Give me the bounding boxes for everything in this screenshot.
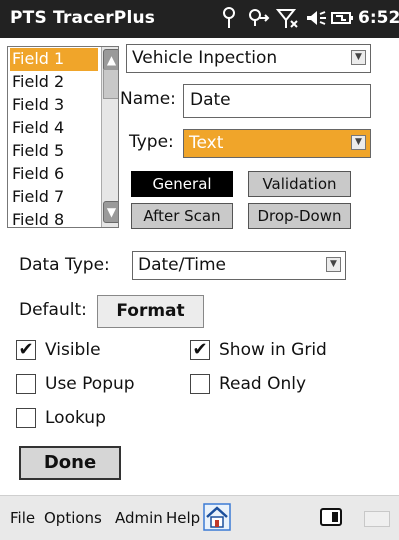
- no-signal-icon[interactable]: [275, 6, 300, 35]
- data-type-label: Data Type:: [19, 255, 110, 275]
- field-list-scrollbar[interactable]: ▲ ▼: [101, 47, 118, 227]
- read-only-checkbox[interactable]: [190, 374, 210, 394]
- clock[interactable]: 6:52: [358, 8, 399, 28]
- sync-icon[interactable]: [246, 6, 270, 35]
- form-select[interactable]: Vehicle Inpection ▼: [126, 44, 371, 73]
- menu-help[interactable]: Help: [166, 509, 200, 527]
- volume-icon[interactable]: [305, 6, 327, 35]
- type-select[interactable]: Text ▼: [183, 129, 371, 158]
- data-type-value: Date/Time: [138, 255, 226, 275]
- type-select-value: Text: [189, 133, 224, 153]
- lookup-label: Lookup: [45, 408, 106, 428]
- default-label: Default:: [19, 300, 87, 320]
- name-field[interactable]: Date: [183, 84, 371, 118]
- chevron-down-icon: ▼: [351, 50, 366, 65]
- name-label: Name:: [120, 89, 176, 109]
- battery-icon[interactable]: [330, 6, 354, 35]
- menu-options[interactable]: Options: [44, 509, 102, 527]
- home-icon[interactable]: [203, 503, 231, 531]
- chevron-down-icon: ▼: [351, 135, 366, 150]
- scroll-up-icon[interactable]: ▲: [103, 49, 118, 71]
- list-item-field-1[interactable]: Field 1: [10, 48, 98, 71]
- tab-general[interactable]: General: [131, 171, 233, 197]
- type-label: Type:: [129, 132, 174, 152]
- keyboard-icon[interactable]: [320, 508, 342, 526]
- tab-drop-down[interactable]: Drop-Down: [248, 203, 351, 229]
- show-in-grid-label: Show in Grid: [219, 340, 327, 360]
- visible-checkbox[interactable]: ✔: [16, 340, 36, 360]
- scroll-down-icon[interactable]: ▼: [103, 201, 118, 223]
- menu-bar: File Options Admin Help: [0, 495, 399, 540]
- check-icon: ✔: [18, 339, 34, 360]
- format-button[interactable]: Format: [97, 295, 204, 328]
- app-title: PTS TracerPlus: [10, 8, 156, 28]
- list-item-field-5[interactable]: Field 5: [10, 140, 98, 163]
- use-popup-checkbox[interactable]: [16, 374, 36, 394]
- list-item-field-3[interactable]: Field 3: [10, 94, 98, 117]
- signal-icon[interactable]: [220, 6, 238, 35]
- check-icon: ✔: [192, 339, 208, 360]
- data-type-select[interactable]: Date/Time ▼: [132, 251, 346, 280]
- list-item-field-8[interactable]: Field 8: [10, 209, 98, 227]
- done-button[interactable]: Done: [19, 446, 121, 480]
- chevron-down-icon: ▼: [326, 257, 341, 272]
- form-select-value: Vehicle Inpection: [132, 48, 278, 68]
- visible-label: Visible: [45, 340, 101, 360]
- list-item-field-4[interactable]: Field 4: [10, 117, 98, 140]
- list-item-field-2[interactable]: Field 2: [10, 71, 98, 94]
- menu-file[interactable]: File: [10, 509, 35, 527]
- show-in-grid-checkbox[interactable]: ✔: [190, 340, 210, 360]
- input-panel-icon[interactable]: [364, 511, 390, 527]
- list-item-field-7[interactable]: Field 7: [10, 186, 98, 209]
- tab-after-scan[interactable]: After Scan: [131, 203, 233, 229]
- list-item-field-6[interactable]: Field 6: [10, 163, 98, 186]
- menu-admin[interactable]: Admin: [115, 509, 163, 527]
- scroll-thumb[interactable]: [103, 69, 118, 99]
- use-popup-label: Use Popup: [45, 374, 135, 394]
- lookup-checkbox[interactable]: [16, 408, 36, 428]
- title-bar: PTS TracerPlus 6:52: [0, 0, 399, 38]
- read-only-label: Read Only: [219, 374, 307, 394]
- field-list[interactable]: Field 1 Field 2 Field 3 Field 4 Field 5 …: [7, 46, 119, 228]
- tab-validation[interactable]: Validation: [248, 171, 351, 197]
